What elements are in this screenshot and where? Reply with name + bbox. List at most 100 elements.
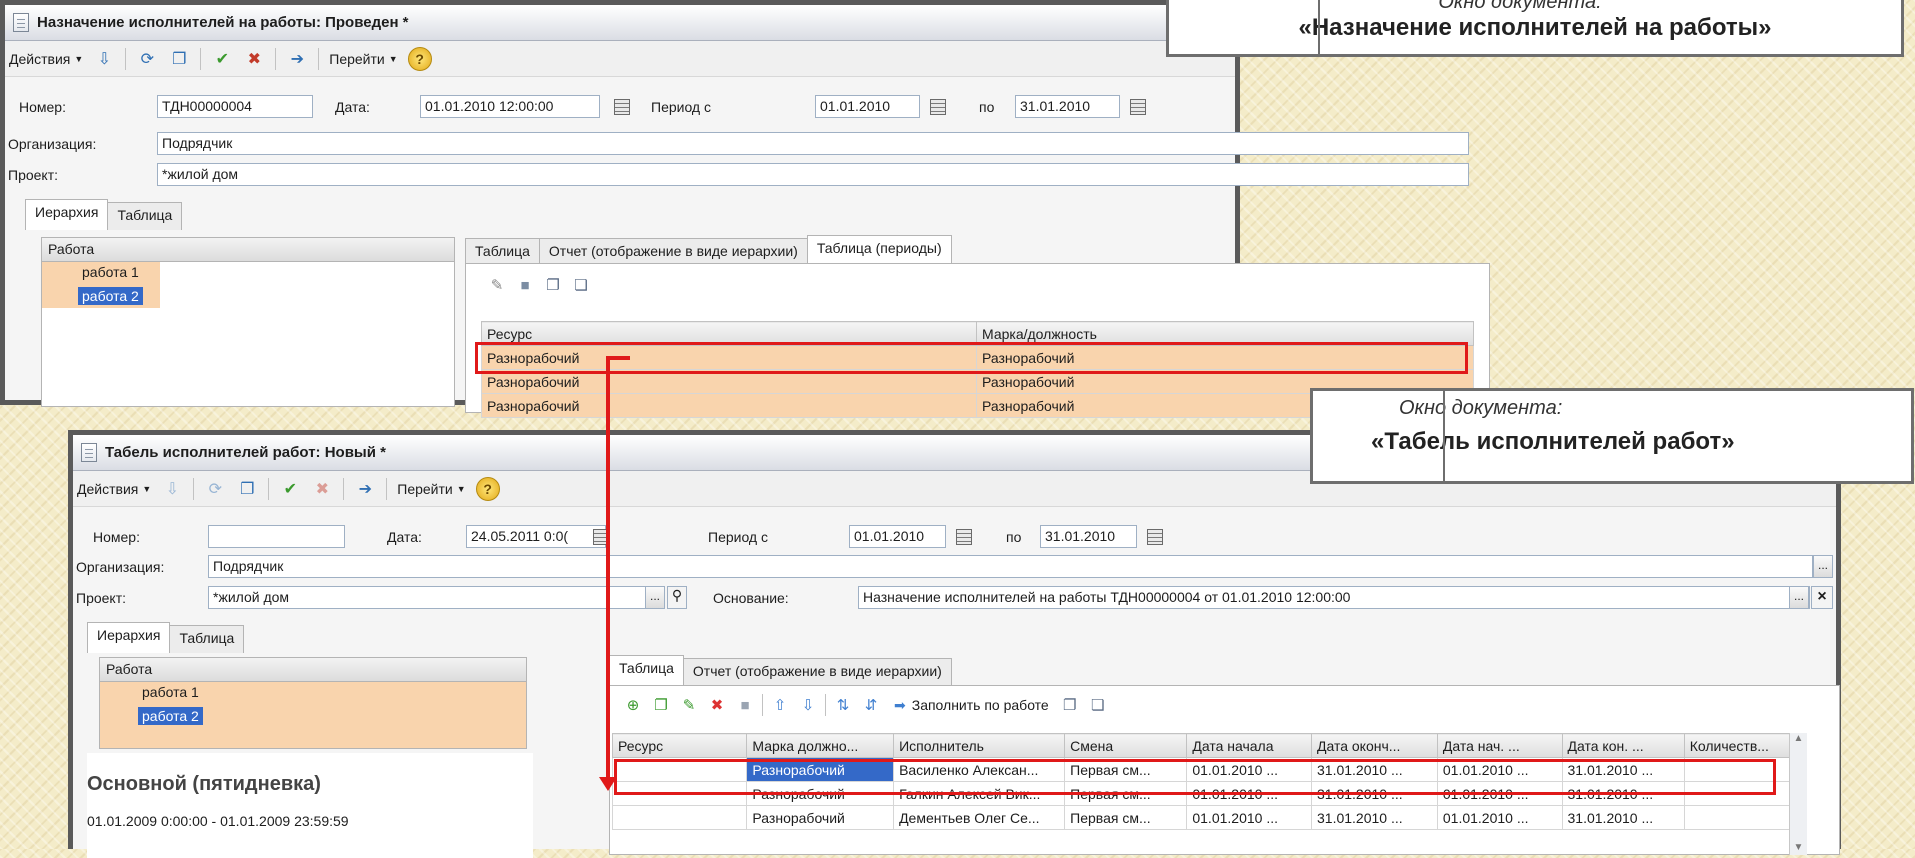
close-icon[interactable]: ×: [1811, 586, 1833, 609]
tree-item-work-1[interactable]: работа 1: [100, 682, 526, 705]
refresh-icon[interactable]: ⟳: [136, 48, 158, 70]
grid-scrollbar[interactable]: ▲ ▼: [1789, 733, 1807, 855]
tree-item-work-2[interactable]: работа 2: [42, 285, 160, 308]
sort-desc-icon[interactable]: ⇵: [860, 694, 882, 716]
search-icon[interactable]: ⚲: [667, 586, 687, 609]
unpost-icon[interactable]: ✖: [243, 48, 265, 70]
tree-item-label: работа 1: [142, 684, 199, 700]
actions-menu-label: Действия: [9, 50, 71, 67]
tab-table[interactable]: Таблица: [107, 202, 183, 230]
project-field[interactable]: *жилой дом: [157, 163, 1469, 186]
column-header-end-date[interactable]: Дата оконч...: [1311, 733, 1438, 758]
calendar-icon[interactable]: [1130, 99, 1146, 115]
goto-menu[interactable]: Перейти ▼: [397, 481, 465, 497]
number-field[interactable]: [208, 525, 345, 548]
post-icon[interactable]: ✔: [279, 478, 301, 500]
callout-caption: Окно документа:: [1399, 397, 1563, 419]
copy-row-icon[interactable]: ❐: [650, 694, 672, 716]
edit-icon[interactable]: ✎: [486, 274, 508, 296]
calendar-icon[interactable]: [956, 529, 972, 545]
chevron-down-icon: ▼: [388, 53, 398, 64]
toolbar-separator: [193, 477, 195, 500]
paste-icon[interactable]: ❏: [570, 274, 592, 296]
tab-inner-report[interactable]: Отчет (отображение в виде иерархии): [682, 658, 952, 686]
move-down-icon[interactable]: ⇩: [797, 694, 819, 716]
column-header-resource[interactable]: Ресурс: [611, 733, 748, 758]
column-header-shift[interactable]: Смена: [1064, 733, 1188, 758]
scroll-up-icon[interactable]: ▲: [1790, 733, 1807, 744]
column-header-start-date-2[interactable]: Дата нач. ...: [1436, 733, 1563, 758]
table-row[interactable]: Разнорабочий Дементьев Олег Се... Первая…: [611, 805, 1808, 830]
assignment-toolbar: Действия ▼ ⇩ ⟳ ❐ ✔ ✖ ➔ Перейти ▼ ?: [5, 41, 1235, 77]
tab-inner-periods[interactable]: Таблица (периоды): [806, 235, 952, 266]
organization-field[interactable]: Подрядчик: [157, 132, 1469, 155]
toolbar-separator: [125, 47, 127, 70]
scroll-down-icon[interactable]: ▼: [1790, 842, 1807, 853]
fill-by-work-button[interactable]: ➡ Заполнить по работе: [894, 697, 1049, 714]
post-icon[interactable]: ✔: [211, 48, 233, 70]
help-icon[interactable]: ?: [407, 46, 432, 71]
date-field[interactable]: 24.05.2011 0:0(: [466, 525, 606, 548]
copy-document-icon[interactable]: ❐: [236, 478, 258, 500]
save-icon[interactable]: ■: [734, 694, 756, 716]
organization-field[interactable]: Подрядчик: [208, 555, 1813, 578]
project-select-button[interactable]: ...: [645, 586, 665, 609]
period-from-field[interactable]: 01.01.2010: [815, 95, 920, 118]
column-header-start-date[interactable]: Дата начала: [1186, 733, 1312, 758]
post-close-icon[interactable]: ⇩: [161, 478, 183, 500]
unpost-icon[interactable]: ✖: [311, 478, 333, 500]
period-to-field[interactable]: 31.01.2010: [1015, 95, 1120, 118]
timesheet-work-tree: Работа работа 1 работа 2: [99, 657, 527, 749]
period-from-field[interactable]: 01.01.2010: [849, 525, 946, 548]
calendar-icon[interactable]: [614, 99, 630, 115]
goto-menu[interactable]: Перейти ▼: [329, 51, 397, 67]
copy-icon[interactable]: ❐: [1059, 694, 1081, 716]
date-field[interactable]: 01.01.2010 12:00:00: [420, 95, 600, 118]
calendar-icon[interactable]: [1147, 529, 1163, 545]
column-header-position[interactable]: Марка должно...: [746, 733, 895, 758]
assignment-window-titlebar[interactable]: Назначение исполнителей на работы: Прове…: [5, 5, 1235, 41]
tree-item-work-1[interactable]: работа 1: [42, 262, 160, 285]
chevron-down-icon: ▼: [74, 53, 84, 64]
basis-field[interactable]: Назначение исполнителей на работы ТДН000…: [858, 586, 1810, 609]
organization-select-button[interactable]: ...: [1813, 555, 1833, 578]
column-header-end-date-2[interactable]: Дата кон. ...: [1561, 733, 1685, 758]
copy-document-icon[interactable]: ❐: [168, 48, 190, 70]
tab-table[interactable]: Таблица: [169, 625, 245, 653]
period-to-field[interactable]: 31.01.2010: [1040, 525, 1137, 548]
tab-hierarchy[interactable]: Иерархия: [25, 199, 109, 230]
number-field[interactable]: ТДН00000004: [157, 95, 313, 118]
delete-icon[interactable]: ✖: [706, 694, 728, 716]
fill-arrow-icon: ➡: [894, 696, 906, 713]
toolbar-separator: [275, 47, 277, 70]
copy-icon[interactable]: ❐: [542, 274, 564, 296]
timesheet-window-title: Табель исполнителей работ: Новый *: [105, 444, 386, 461]
create-based-on-icon[interactable]: ➔: [286, 48, 308, 70]
callout-assignment-window: Окно документа: «Назначение исполнителей…: [1166, 0, 1904, 57]
cell-executor: Дементьев Олег Се...: [893, 805, 1066, 830]
tab-inner-report[interactable]: Отчет (отображение в виде иерархии): [538, 238, 808, 266]
project-field[interactable]: *жилой дом: [208, 586, 648, 609]
connector-line-top: [606, 356, 630, 360]
tree-item-work-2[interactable]: работа 2: [100, 705, 526, 728]
help-icon[interactable]: ?: [475, 476, 500, 501]
actions-menu[interactable]: Действия ▼: [77, 481, 151, 497]
tab-inner-table[interactable]: Таблица: [609, 655, 684, 686]
cell-end-date: 31.01.2010 ...: [1311, 805, 1438, 830]
basis-select-button[interactable]: ...: [1789, 586, 1809, 609]
tab-hierarchy[interactable]: Иерархия: [87, 622, 171, 653]
post-close-icon[interactable]: ⇩: [93, 48, 115, 70]
calendar-icon[interactable]: [930, 99, 946, 115]
paste-icon[interactable]: ❏: [1087, 694, 1109, 716]
column-header-executor[interactable]: Исполнитель: [893, 733, 1066, 758]
save-icon[interactable]: ■: [514, 274, 536, 296]
tab-inner-table[interactable]: Таблица: [465, 238, 540, 266]
move-up-icon[interactable]: ⇧: [769, 694, 791, 716]
refresh-icon[interactable]: ⟳: [204, 478, 226, 500]
actions-menu[interactable]: Действия ▼: [9, 51, 83, 67]
add-icon[interactable]: ⊕: [622, 694, 644, 716]
sort-asc-icon[interactable]: ⇅: [832, 694, 854, 716]
connector-line-vertical: [606, 358, 610, 786]
edit-icon[interactable]: ✎: [678, 694, 700, 716]
create-based-on-icon[interactable]: ➔: [354, 478, 376, 500]
